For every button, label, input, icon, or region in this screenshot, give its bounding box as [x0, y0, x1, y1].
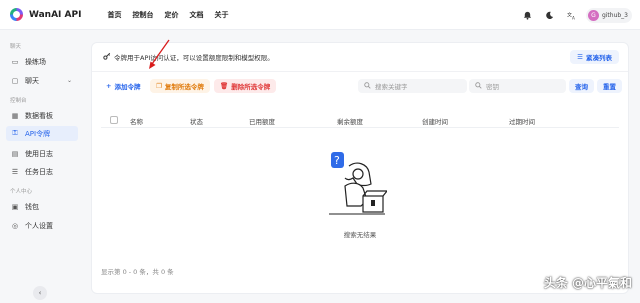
- sidebar: 聊天 ▭ 操练场 ▢ 聊天 ⌄ 控制台 ▦ 数据看板 ⚿ API令牌 ▤ 使用日…: [0, 30, 84, 303]
- empty-illustration: ?: [329, 152, 387, 215]
- column-name[interactable]: 名称: [130, 116, 143, 126]
- copy-icon: ❐: [156, 82, 162, 90]
- delete-selected-tokens-button[interactable]: 🗑︎ 删除所选令牌: [214, 79, 277, 93]
- sidebar-item-task-logs[interactable]: ☰ 任务日志: [6, 164, 78, 179]
- select-all-checkbox[interactable]: [110, 116, 118, 124]
- nav-pricing[interactable]: 定价: [164, 10, 178, 20]
- sidebar-item-label: 使用日志: [25, 149, 53, 158]
- app-logo[interactable]: [10, 8, 23, 21]
- theme-toggle-moon-icon[interactable]: [542, 7, 558, 23]
- sidebar-item-chat[interactable]: ▢ 聊天 ⌄: [6, 73, 78, 88]
- compact-list-label: 紧凑列表: [586, 54, 612, 62]
- top-nav: 首页 控制台 定价 文档 关于: [107, 10, 228, 20]
- sidebar-item-dashboard[interactable]: ▦ 数据看板: [6, 108, 78, 123]
- info-text: 令牌用于API访问认证，可以设置额度限制和模型权限。: [114, 54, 274, 62]
- playground-icon: ▭: [11, 57, 19, 66]
- sidebar-collapse-button[interactable]: ‹: [33, 286, 47, 300]
- trash-icon: 🗑︎: [220, 82, 229, 90]
- search-keyword-input[interactable]: 搜索关键字: [358, 79, 467, 93]
- key-icon: [103, 52, 111, 62]
- search-icon: [475, 81, 482, 91]
- column-remaining-quota[interactable]: 剩余额度: [337, 116, 363, 126]
- search-keyword-placeholder: 搜索关键字: [375, 83, 408, 91]
- reset-button[interactable]: 重置: [597, 79, 622, 93]
- tokens-card: 令牌用于API访问认证，可以设置额度限制和模型权限。 ☰ 紧凑列表 + 添加令牌…: [91, 42, 629, 294]
- key-icon: ⚿: [12, 129, 18, 137]
- nav-docs[interactable]: 文档: [189, 10, 203, 20]
- sidebar-section-chat: 聊天: [10, 44, 22, 50]
- calendar-icon: ▤: [11, 149, 19, 158]
- nav-console[interactable]: 控制台: [132, 10, 153, 20]
- sidebar-item-label: 数据看板: [25, 111, 53, 120]
- sidebar-item-label: 个人设置: [25, 221, 53, 230]
- watermark: 头条 @心平氣和: [543, 276, 632, 290]
- sidebar-section-console: 控制台: [10, 98, 27, 104]
- search-key-input[interactable]: 密钥: [469, 79, 566, 93]
- divider: [92, 71, 628, 72]
- nav-about[interactable]: 关于: [214, 10, 228, 20]
- wallet-icon: ▣: [11, 202, 19, 211]
- sidebar-item-wallet[interactable]: ▣ 钱包: [6, 199, 78, 214]
- copy-selected-tokens-button[interactable]: ❐ 复制所选令牌: [150, 79, 210, 93]
- copy-selected-label: 复制所选令牌: [164, 83, 204, 91]
- sidebar-item-api-tokens[interactable]: ⚿ API令牌: [6, 126, 78, 141]
- search-icon: [364, 81, 371, 91]
- add-token-label: 添加令牌: [114, 83, 141, 91]
- sidebar-item-label: 钱包: [25, 202, 39, 211]
- sidebar-item-playground[interactable]: ▭ 操练场: [6, 54, 78, 69]
- sidebar-item-usage-logs[interactable]: ▤ 使用日志: [6, 146, 78, 161]
- sidebar-section-personal: 个人中心: [10, 189, 33, 195]
- info-banner: 令牌用于API访问认证，可以设置额度限制和模型权限。: [103, 52, 274, 62]
- svg-text:?: ?: [334, 154, 340, 167]
- search-key-placeholder: 密钥: [486, 83, 499, 91]
- notification-bell-icon[interactable]: [520, 7, 536, 23]
- chevron-down-icon: ⌄: [66, 77, 72, 84]
- sidebar-item-label: 任务日志: [25, 167, 53, 176]
- pagination-summary: 显示第 0 - 0 条，共 0 条: [101, 268, 174, 276]
- plus-icon: +: [106, 82, 112, 90]
- add-token-button[interactable]: + 添加令牌: [100, 79, 147, 93]
- dashboard-icon: ▦: [11, 111, 19, 120]
- delete-selected-label: 删除所选令牌: [231, 83, 271, 91]
- chevron-left-icon: ‹: [38, 289, 42, 297]
- chat-icon: ▢: [11, 76, 19, 85]
- avatar: G: [587, 9, 599, 21]
- user-icon: ◎: [11, 221, 19, 230]
- nav-home[interactable]: 首页: [107, 10, 121, 20]
- query-button[interactable]: 查询: [569, 79, 594, 93]
- column-created-time[interactable]: 创建时间: [422, 116, 448, 126]
- language-translate-icon[interactable]: 文A: [564, 7, 580, 23]
- user-menu[interactable]: G github_3: [585, 7, 632, 23]
- app-name[interactable]: WanAI API: [29, 10, 81, 20]
- sidebar-item-label: API令牌: [25, 129, 51, 138]
- username: github_3: [601, 11, 628, 19]
- sidebar-item-label: 聊天: [25, 76, 39, 85]
- sidebar-item-label: 操练场: [25, 57, 46, 66]
- column-status[interactable]: 状态: [190, 116, 203, 126]
- column-used-quota[interactable]: 已用额度: [249, 116, 275, 126]
- task-list-icon: ☰: [11, 167, 19, 176]
- table-header: 名称 状态 已用额度 剩余额度 创建时间 过期时间: [101, 112, 619, 128]
- empty-state-text: 搜索无结果: [343, 231, 377, 239]
- svg-text:A: A: [572, 15, 575, 19]
- list-icon: ☰: [577, 53, 583, 61]
- top-header: WanAI API 首页 控制台 定价 文档 关于 文A G github_3: [0, 0, 640, 30]
- column-expire-time[interactable]: 过期时间: [509, 116, 535, 126]
- compact-list-button[interactable]: ☰ 紧凑列表: [570, 50, 619, 64]
- sidebar-item-personal-settings[interactable]: ◎ 个人设置: [6, 218, 78, 233]
